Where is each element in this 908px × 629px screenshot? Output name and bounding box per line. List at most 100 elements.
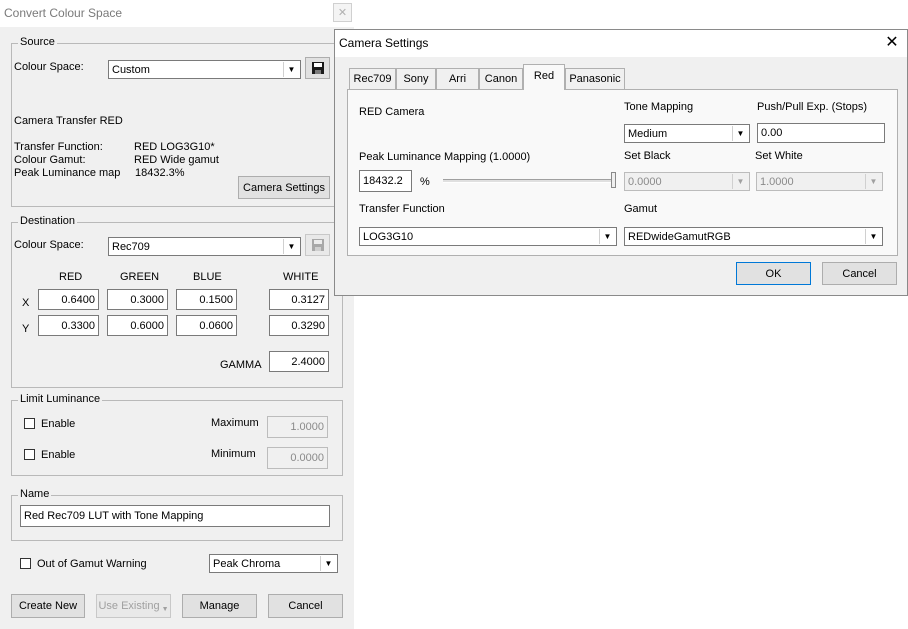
chevron-down-icon: ▼	[320, 556, 336, 571]
transfer-function-label: Transfer Function	[359, 203, 445, 215]
close-icon: ✕	[885, 34, 899, 51]
colour-gamut-label: Colour Gamut:	[14, 154, 86, 166]
source-legend: Source	[18, 36, 57, 48]
name-legend: Name	[18, 488, 52, 500]
window-title: Convert Colour Space	[4, 6, 123, 20]
source-colour-space-value: Custom	[112, 63, 150, 76]
tab-arri[interactable]: Arri	[436, 68, 479, 89]
column-green-label: GREEN	[120, 271, 160, 283]
set-white-value: 1.0000	[760, 175, 794, 188]
limit-luminance-legend: Limit Luminance	[18, 393, 103, 405]
out-of-gamut-checkbox[interactable]	[20, 558, 31, 569]
source-colour-space-select[interactable]: Custom ▼	[108, 60, 301, 79]
gamut-label: Gamut	[624, 203, 658, 215]
set-white-label: Set White	[755, 150, 803, 162]
peak-luminance-slider[interactable]	[441, 170, 617, 192]
camera-settings-button[interactable]: Camera Settings	[238, 176, 330, 199]
gamma-label: GAMMA	[220, 359, 262, 371]
chevron-down-icon: ▼	[283, 239, 299, 254]
destination-colour-space-value: Rec709	[112, 240, 150, 253]
camera-name-label: RED Camera	[359, 106, 425, 118]
tab-rec709[interactable]: Rec709	[349, 68, 396, 89]
convert-colour-space-window: Convert Colour Space ✕ Source Colour Spa…	[0, 0, 354, 629]
gamut-warning-mode-value: Peak Chroma	[213, 557, 281, 570]
camera-settings-close-button[interactable]: ✕	[883, 34, 901, 52]
chevron-down-icon: ▼	[283, 62, 299, 77]
slider-thumb[interactable]	[611, 172, 616, 188]
tone-mapping-value: Medium	[628, 127, 668, 140]
peak-luminance-field[interactable]: 18432.2	[359, 170, 412, 192]
peak-luminance-map-label: Peak Luminance map	[14, 167, 121, 179]
enable-minimum-checkbox[interactable]	[24, 449, 35, 460]
set-black-select[interactable]: 0.0000 ▼	[624, 172, 750, 191]
minimum-field[interactable]: 0.0000	[267, 447, 328, 469]
destination-save-button[interactable]	[305, 234, 330, 256]
set-black-label: Set Black	[624, 150, 671, 162]
blue-x-field[interactable]: 0.1500	[176, 289, 237, 310]
floppy-disk-icon	[311, 62, 324, 74]
tab-sony[interactable]: Sony	[396, 68, 436, 89]
cancel-button[interactable]: Cancel	[268, 594, 343, 618]
tab-canon[interactable]: Canon	[479, 68, 523, 89]
blue-y-field[interactable]: 0.0600	[176, 315, 237, 336]
destination-legend: Destination	[18, 215, 78, 227]
chevron-down-icon: ▼	[732, 126, 748, 141]
source-save-button[interactable]	[305, 57, 330, 79]
manage-button[interactable]: Manage	[182, 594, 257, 618]
gamut-warning-mode-select[interactable]: Peak Chroma ▼	[209, 554, 338, 573]
column-blue-label: BLUE	[193, 271, 222, 283]
peak-luminance-map-value: 18432.3%	[135, 167, 185, 179]
enable-minimum-label: Enable	[41, 449, 76, 461]
white-y-field[interactable]: 0.3290	[269, 315, 329, 336]
chevron-down-icon: ▼	[599, 229, 615, 244]
column-red-label: RED	[59, 271, 83, 283]
tone-mapping-select[interactable]: Medium ▼	[624, 124, 750, 143]
use-existing-label: Use Existing	[98, 600, 160, 612]
dropdown-indicator-icon: ▼	[161, 605, 169, 613]
row-y-label: Y	[22, 323, 30, 335]
gamma-field[interactable]: 2.4000	[269, 351, 329, 372]
camera-transfer-heading: Camera Transfer RED	[14, 115, 123, 127]
camera-settings-title: Camera Settings	[339, 36, 429, 50]
maximum-field[interactable]: 1.0000	[267, 416, 328, 438]
destination-colour-space-select[interactable]: Rec709 ▼	[108, 237, 301, 256]
set-white-select[interactable]: 1.0000 ▼	[756, 172, 883, 191]
enable-maximum-checkbox[interactable]	[24, 418, 35, 429]
percent-label: %	[420, 176, 430, 188]
ok-button[interactable]: OK	[736, 262, 811, 285]
column-white-label: WHITE	[283, 271, 319, 283]
enable-maximum-label: Enable	[41, 418, 76, 430]
lut-name-input[interactable]: Red Rec709 LUT with Tone Mapping	[20, 505, 330, 527]
close-button[interactable]: ✕	[333, 3, 352, 22]
chevron-down-icon: ▼	[865, 174, 881, 189]
green-y-field[interactable]: 0.6000	[107, 315, 168, 336]
slider-track	[443, 179, 613, 183]
colour-gamut-value: RED Wide gamut	[134, 154, 219, 166]
camera-settings-title-bar: Camera Settings ✕	[335, 30, 907, 57]
create-new-button[interactable]: Create New	[11, 594, 85, 618]
chevron-down-icon: ▼	[865, 229, 881, 244]
close-icon: ✕	[337, 7, 348, 19]
transfer-function-value: RED LOG3G10*	[134, 141, 215, 153]
green-x-field[interactable]: 0.3000	[107, 289, 168, 310]
red-x-field[interactable]: 0.6400	[38, 289, 99, 310]
peak-luminance-mapping-label: Peak Luminance Mapping (1.0000)	[359, 151, 531, 163]
transfer-function-label: Transfer Function:	[14, 141, 103, 153]
red-y-field[interactable]: 0.3300	[38, 315, 99, 336]
camera-settings-dialog: Camera Settings ✕ Rec709 Sony Arri Canon…	[334, 29, 908, 296]
title-bar: Convert Colour Space ✕	[0, 0, 354, 27]
use-existing-button[interactable]: Use Existing ▼	[96, 594, 171, 618]
tab-red[interactable]: Red	[523, 64, 565, 90]
transfer-function-value: LOG3G10	[363, 230, 414, 243]
white-x-field[interactable]: 0.3127	[269, 289, 329, 310]
camera-cancel-button[interactable]: Cancel	[822, 262, 897, 285]
destination-colour-space-label: Colour Space:	[14, 239, 84, 251]
row-x-label: X	[22, 297, 30, 309]
maximum-label: Maximum	[211, 417, 259, 429]
tab-panasonic[interactable]: Panasonic	[565, 68, 625, 89]
transfer-function-select[interactable]: LOG3G10 ▼	[359, 227, 617, 246]
push-pull-field[interactable]: 0.00	[757, 123, 885, 143]
gamut-select[interactable]: REDwideGamutRGB ▼	[624, 227, 883, 246]
chevron-down-icon: ▼	[732, 174, 748, 189]
tone-mapping-label: Tone Mapping	[624, 101, 694, 113]
